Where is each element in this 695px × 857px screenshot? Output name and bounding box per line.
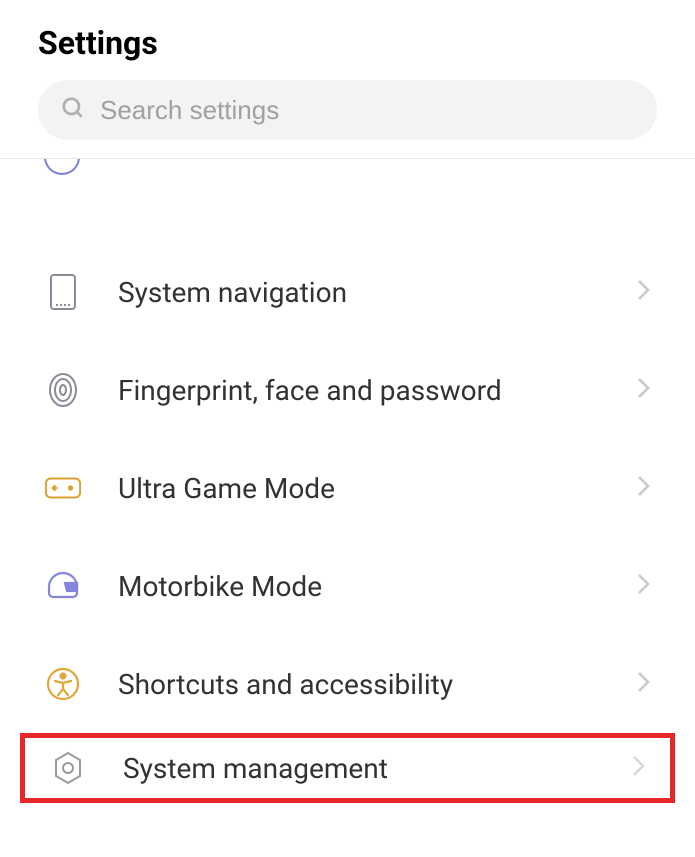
- settings-list: System navigation Fingerprint, face and …: [0, 195, 695, 803]
- gear-icon: [49, 749, 87, 787]
- accessibility-icon: [44, 665, 82, 703]
- settings-item-fingerprint[interactable]: Fingerprint, face and password: [0, 341, 695, 439]
- item-label: System navigation: [118, 276, 637, 309]
- settings-item-ultra-game-mode[interactable]: Ultra Game Mode: [0, 439, 695, 537]
- search-icon: [60, 95, 86, 125]
- settings-item-shortcuts-accessibility[interactable]: Shortcuts and accessibility: [0, 635, 695, 733]
- chevron-right-icon: [637, 572, 651, 600]
- search-container: [0, 80, 695, 158]
- gamepad-icon: [44, 469, 82, 507]
- chevron-right-icon: [637, 278, 651, 306]
- chevron-right-icon: [637, 474, 651, 502]
- search-input[interactable]: [100, 95, 635, 126]
- partial-icon: [44, 159, 80, 175]
- chevron-right-icon: [632, 754, 646, 782]
- phone-icon: [44, 273, 82, 311]
- header: Settings: [0, 0, 695, 80]
- settings-item-system-navigation[interactable]: System navigation: [0, 243, 695, 341]
- chevron-right-icon: [637, 670, 651, 698]
- search-bar[interactable]: [38, 80, 657, 140]
- fingerprint-icon: [44, 371, 82, 409]
- partial-previous-item: [0, 159, 695, 195]
- item-label: Shortcuts and accessibility: [118, 668, 637, 701]
- settings-item-motorbike-mode[interactable]: Motorbike Mode: [0, 537, 695, 635]
- item-label: System management: [123, 752, 632, 785]
- item-label: Fingerprint, face and password: [118, 374, 637, 407]
- settings-item-system-management[interactable]: System management: [20, 733, 675, 803]
- chevron-right-icon: [637, 376, 651, 404]
- item-label: Ultra Game Mode: [118, 472, 637, 505]
- page-title: Settings: [38, 24, 657, 62]
- helmet-icon: [44, 567, 82, 605]
- item-label: Motorbike Mode: [118, 570, 637, 603]
